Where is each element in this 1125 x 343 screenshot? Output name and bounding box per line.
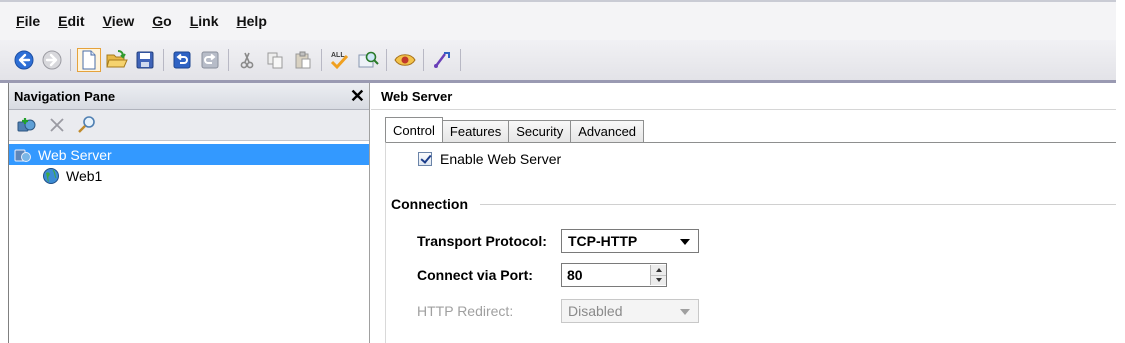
menu-bar: File Edit View Go Link Help <box>0 0 1116 40</box>
tree-item-web1[interactable]: Web1 <box>9 165 369 186</box>
transport-protocol-label: Transport Protocol: <box>417 233 547 249</box>
content-panel: Web Server Control Features Security Adv… <box>371 83 1116 343</box>
tab-control[interactable]: Control <box>385 117 443 143</box>
toolbar-separator <box>70 49 71 71</box>
http-redirect-select: Disabled <box>561 299 699 323</box>
toolbar: ALL <box>0 40 1116 83</box>
connection-group-title: Connection <box>391 196 468 212</box>
tree-item-label: Web1 <box>66 167 103 184</box>
toolbar-separator <box>386 49 387 71</box>
http-redirect-label: HTTP Redirect: <box>417 303 514 319</box>
arrow-down-icon <box>655 278 662 283</box>
enable-web-server-checkbox[interactable] <box>418 152 432 166</box>
close-icon[interactable]: ✕ <box>350 87 365 105</box>
forward-icon[interactable] <box>40 48 64 72</box>
tab-advanced[interactable]: Advanced <box>570 120 645 143</box>
open-folder-icon[interactable] <box>105 48 129 72</box>
navigation-tree: Web Server Web1 <box>9 141 369 186</box>
toolbar-separator <box>423 49 424 71</box>
undo-icon[interactable] <box>170 48 194 72</box>
menu-view[interactable]: View <box>103 13 135 29</box>
menu-link[interactable]: Link <box>190 13 219 29</box>
toolbar-separator <box>321 49 322 71</box>
navigation-pane-toolbar <box>9 110 369 141</box>
port-input[interactable] <box>562 264 650 286</box>
connect-icon[interactable] <box>430 48 454 72</box>
transport-protocol-value: TCP-HTTP <box>568 233 638 249</box>
find-icon[interactable] <box>356 48 380 72</box>
toolbar-separator <box>460 49 461 71</box>
delete-icon[interactable] <box>45 113 69 137</box>
menu-go[interactable]: Go <box>152 13 171 29</box>
server-icon <box>13 146 33 164</box>
add-server-icon[interactable] <box>15 113 39 137</box>
http-redirect-value: Disabled <box>568 303 623 319</box>
enable-web-server-label: Enable Web Server <box>440 151 562 167</box>
new-document-icon[interactable] <box>77 48 101 72</box>
navigation-pane-title: Navigation Pane <box>14 88 116 104</box>
port-spin-buttons <box>650 265 666 285</box>
tab-features[interactable]: Features <box>441 120 510 143</box>
save-icon[interactable] <box>133 48 157 72</box>
search-icon[interactable] <box>75 113 99 137</box>
copy-icon[interactable] <box>263 48 287 72</box>
paste-icon[interactable] <box>291 48 315 72</box>
menu-help[interactable]: Help <box>237 13 267 29</box>
tree-item-web-server[interactable]: Web Server <box>9 144 369 165</box>
chevron-down-icon <box>680 309 690 315</box>
port-stepper <box>561 263 667 287</box>
transport-protocol-select[interactable]: TCP-HTTP <box>561 229 699 253</box>
spell-check-all-icon[interactable]: ALL <box>328 48 352 72</box>
group-divider <box>480 203 1116 205</box>
tab-security[interactable]: Security <box>508 120 572 143</box>
cut-icon[interactable] <box>235 48 259 72</box>
arrow-up-icon <box>655 267 662 272</box>
page-title: Web Server <box>371 83 1116 110</box>
connect-port-label: Connect via Port: <box>417 267 533 283</box>
navigation-pane-header: Navigation Pane ✕ <box>9 83 369 110</box>
tab-strip: Control Features Security Advanced <box>385 117 645 143</box>
toolbar-separator <box>163 49 164 71</box>
spin-down-button[interactable] <box>651 275 666 285</box>
menu-file[interactable]: File <box>16 13 40 29</box>
spin-up-button[interactable] <box>651 265 666 276</box>
enable-web-server-option[interactable]: Enable Web Server <box>418 151 561 167</box>
svg-text:ALL: ALL <box>331 52 345 59</box>
chevron-down-icon[interactable] <box>680 239 690 245</box>
tree-item-label: Web Server <box>38 146 112 163</box>
view-icon[interactable] <box>393 48 417 72</box>
menu-edit[interactable]: Edit <box>58 13 84 29</box>
back-icon[interactable] <box>12 48 36 72</box>
toolbar-separator <box>228 49 229 71</box>
globe-icon <box>41 167 61 185</box>
navigation-pane: Navigation Pane ✕ Web Server Web1 <box>8 83 370 343</box>
redo-icon[interactable] <box>198 48 222 72</box>
connection-group: Connection <box>391 196 1116 212</box>
